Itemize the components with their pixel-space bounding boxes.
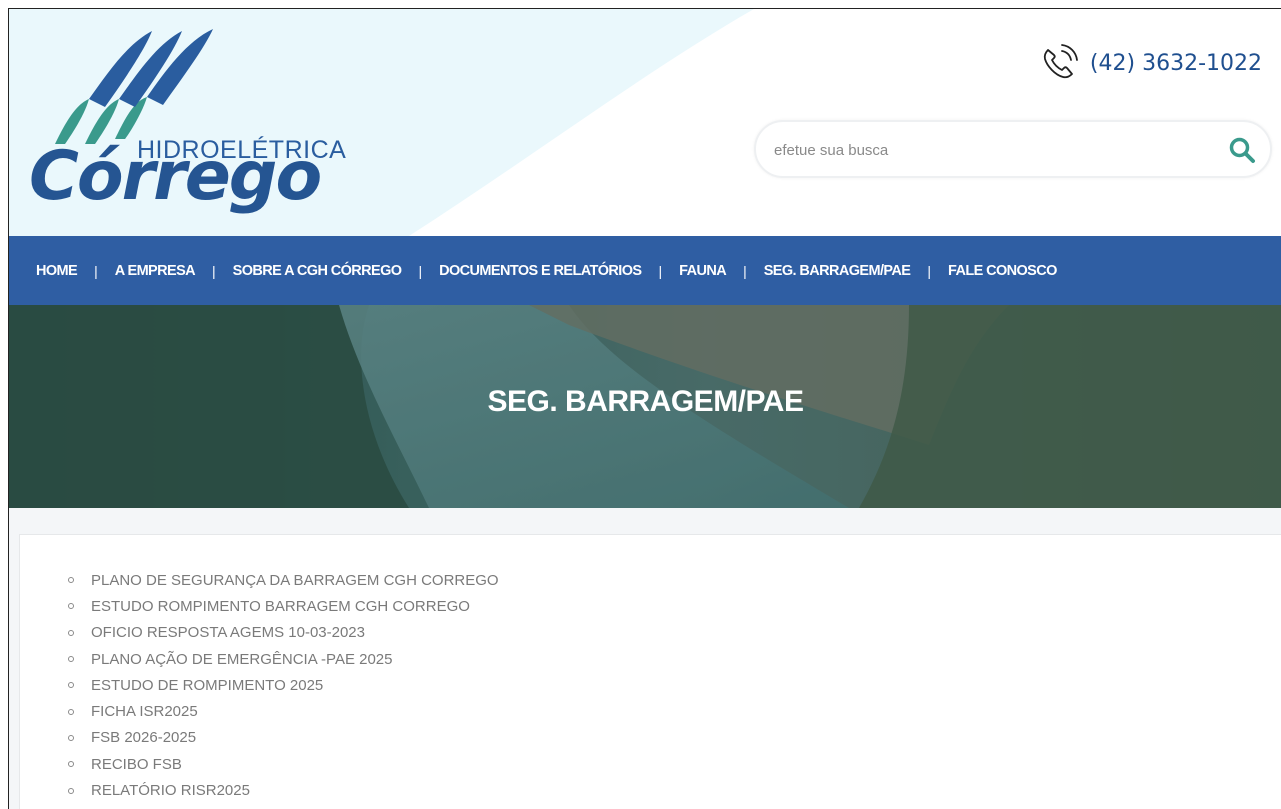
list-item: RECIBO FSB xyxy=(68,751,499,777)
documents-panel: PLANO DE SEGURANÇA DA BARRAGEM CGH CORRE… xyxy=(19,534,1281,809)
nav-separator: | xyxy=(927,262,931,279)
list-item: PLANO DE SEGURANÇA DA BARRAGEM CGH CORRE… xyxy=(68,567,499,593)
document-link[interactable]: RELATÓRIO RISR2025 xyxy=(91,782,250,799)
bullet-icon xyxy=(68,656,74,663)
nav-separator: | xyxy=(418,262,423,279)
document-link[interactable]: PLANO DE SEGURANÇA DA BARRAGEM CGH CORRE… xyxy=(91,572,499,589)
bullet-icon xyxy=(68,603,74,610)
page-frame: HIDROELÉTRICA Córrego (42) 3632-1022 HOM… xyxy=(8,8,1281,809)
bullet-icon xyxy=(68,761,74,768)
logo-wordmark: Córrego xyxy=(29,137,322,216)
list-item: ESTUDO DE ROMPIMENTO 2025 xyxy=(68,672,499,698)
nav-item-documentos[interactable]: DOCUMENTOS E RELATÓRIOS xyxy=(439,263,642,279)
phone-icon xyxy=(1043,44,1078,79)
search-input[interactable] xyxy=(772,136,1216,164)
bullet-icon xyxy=(68,577,74,584)
document-link[interactable]: PLANO AÇÃO DE EMERGÊNCIA -PAE 2025 xyxy=(91,651,393,668)
bullet-icon xyxy=(68,629,74,636)
bullet-icon xyxy=(68,734,74,741)
bullet-icon xyxy=(68,787,74,794)
main-navigation: HOME | A EMPRESA | SOBRE A CGH CÓRREGO |… xyxy=(9,236,1281,305)
nav-separator: | xyxy=(658,262,663,279)
list-item: FSB 2026-2025 xyxy=(68,725,499,751)
search-icon[interactable] xyxy=(1228,136,1256,164)
list-item: RELATÓRIO RISR2025 xyxy=(68,777,499,803)
page-banner: SEG. BARRAGEM/PAE xyxy=(9,305,1281,508)
site-header: HIDROELÉTRICA Córrego (42) 3632-1022 xyxy=(9,9,1281,236)
documents-list: PLANO DE SEGURANÇA DA BARRAGEM CGH CORRE… xyxy=(68,567,499,804)
nav-item-a-empresa[interactable]: A EMPRESA xyxy=(115,263,196,279)
search-box xyxy=(754,120,1272,178)
document-link[interactable]: OFICIO RESPOSTA AGEMS 10-03-2023 xyxy=(91,624,365,641)
list-item: ESTUDO ROMPIMENTO BARRAGEM CGH CORREGO xyxy=(68,593,499,619)
nav-item-sobre[interactable]: SOBRE A CGH CÓRREGO xyxy=(233,263,402,279)
list-item: OFICIO RESPOSTA AGEMS 10-03-2023 xyxy=(68,620,499,646)
bullet-icon xyxy=(68,708,74,715)
list-item: PLANO AÇÃO DE EMERGÊNCIA -PAE 2025 xyxy=(68,646,499,672)
document-link[interactable]: RECIBO FSB xyxy=(91,756,182,773)
bullet-icon xyxy=(68,682,74,689)
document-link[interactable]: ESTUDO DE ROMPIMENTO 2025 xyxy=(91,677,323,694)
brand-logo[interactable]: HIDROELÉTRICA Córrego xyxy=(27,19,357,234)
phone-number: (42) 3632-1022 xyxy=(1089,50,1262,76)
nav-item-fale-conosco[interactable]: FALE CONOSCO xyxy=(948,263,1057,279)
nav-separator: | xyxy=(212,262,216,279)
document-link[interactable]: ESTUDO ROMPIMENTO BARRAGEM CGH CORREGO xyxy=(91,598,470,615)
phone-contact[interactable]: (42) 3632-1022 xyxy=(1038,42,1262,84)
nav-item-seg-barragem[interactable]: SEG. BARRAGEM/PAE xyxy=(764,263,911,279)
nav-separator: | xyxy=(94,262,98,279)
nav-item-fauna[interactable]: FAUNA xyxy=(679,263,727,279)
page-title: SEG. BARRAGEM/PAE xyxy=(487,385,804,418)
nav-item-home[interactable]: HOME xyxy=(36,263,78,279)
document-link[interactable]: FICHA ISR2025 xyxy=(91,703,198,720)
list-item: FICHA ISR2025 xyxy=(68,698,499,724)
nav-separator: | xyxy=(743,262,747,279)
document-link[interactable]: FSB 2026-2025 xyxy=(91,729,196,746)
